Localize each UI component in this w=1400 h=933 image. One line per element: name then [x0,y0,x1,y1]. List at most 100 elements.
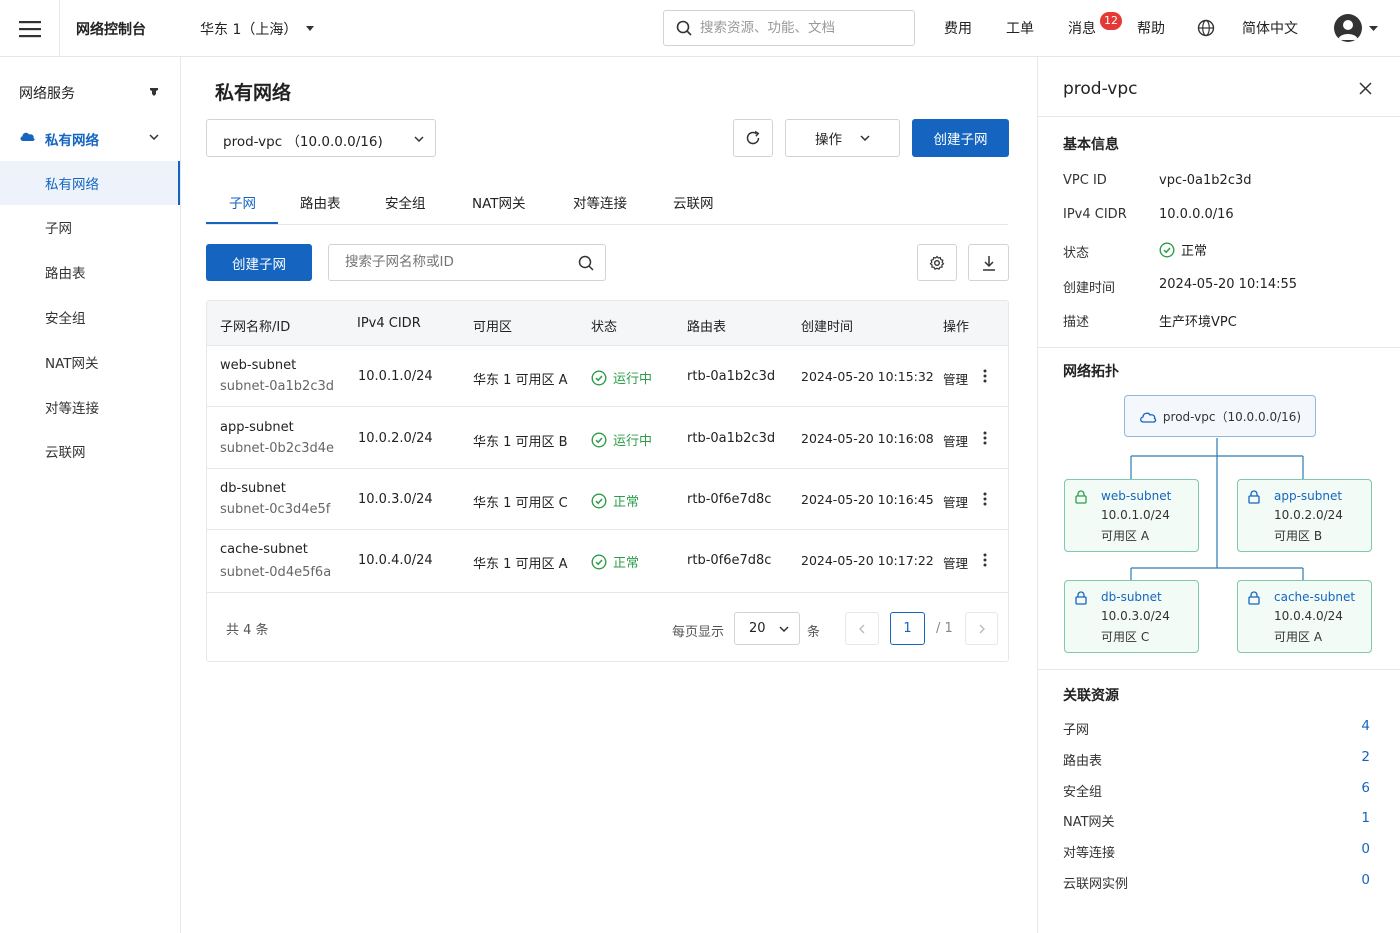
tab-route-table[interactable]: 路由表 [300,192,341,212]
related-count[interactable]: 6 [1361,780,1370,796]
tab-ccn[interactable]: 云联网 [673,192,714,212]
topology-node[interactable]: cache-subnet 10.0.4.0/24 可用区 A [1237,580,1372,653]
chevron-left-icon [859,624,865,634]
vpc-select-value: prod-vpc （10.0.0.0/16) [223,134,383,150]
topology-node[interactable]: app-subnet 10.0.2.0/24 可用区 B [1237,479,1372,552]
region-selector[interactable]: 华东 1（上海） [200,19,315,39]
download-button[interactable] [968,244,1009,281]
subnet-name-link[interactable]: app-subnet [220,420,294,435]
tab-security-group[interactable]: 安全组 [385,192,426,212]
chevron-down-icon [860,135,870,141]
table-row: cache-subnet subnet-0d4e5f6a 10.0.4.0/24… [207,530,1008,593]
topology-section: 网络拓扑 prod-vpc（10.0.0.0/16) web-subnet 10… [1038,348,1400,670]
subnet-name-link[interactable]: db-subnet [220,481,286,496]
subnet-search[interactable] [328,244,606,281]
manage-link[interactable]: 管理 [943,431,968,450]
related-count[interactable]: 2 [1361,749,1370,765]
related-label: 对等连接 [1063,846,1116,861]
sidebar-item-ccn[interactable]: 云联网 [0,429,180,473]
cloud-icon [19,130,36,142]
tab-nat-gateway[interactable]: NAT网关 [472,192,526,212]
subnet-zone: 华东 1 可用区 C [473,496,568,511]
search-icon[interactable] [578,255,594,271]
subnet-id: subnet-0b2c3d4e [220,441,335,456]
column-header: 可用区 [473,320,513,335]
related-count[interactable]: 1 [1361,810,1370,826]
basic-info-title: 基本信息 [1063,137,1119,153]
subnet-search-input[interactable] [345,254,565,270]
manage-link[interactable]: 管理 [943,369,968,388]
sidebar-item-peering[interactable]: 对等连接 [0,385,180,429]
node-zone: 可用区 B [1274,529,1323,543]
related-count[interactable]: 4 [1361,718,1370,734]
page-title: 私有网络 [215,82,292,104]
chevron-down-icon [149,134,159,140]
next-page-button[interactable] [965,612,998,645]
info-label: 状态 [1063,246,1090,261]
column-header: IPv4 CIDR [357,316,421,331]
status-text: 正常 [613,556,640,571]
route-table-link[interactable]: rtb-0f6e7d8c [687,553,771,568]
vpc-select[interactable]: prod-vpc （10.0.0.0/16) [206,119,436,157]
check-circle-icon [591,492,607,509]
tickets-link[interactable]: 工单 [1006,18,1034,38]
info-value: vpc-0a1b2c3d [1159,173,1252,188]
check-circle-icon [591,431,607,448]
route-table-link[interactable]: rtb-0a1b2c3d [687,369,775,384]
help-link[interactable]: 帮助 [1137,18,1165,38]
sidebar-item-vpc[interactable]: 私有网络 [0,161,180,205]
more-vertical-icon[interactable] [983,492,987,506]
subnet-cidr: 10.0.1.0/24 [358,369,433,384]
active-tab-indicator [206,222,278,224]
sidebar-item-nat-gateway[interactable]: NAT网关 [0,340,180,384]
sidebar-group-label: 私有网络 [45,133,99,149]
tab-subnet[interactable]: 子网 [229,192,256,212]
subnet-name-link[interactable]: web-subnet [220,358,296,373]
user-avatar-icon[interactable] [1334,14,1362,42]
globe-icon[interactable] [1197,19,1215,37]
created-time: 2024-05-20 10:15:32 [801,369,934,384]
more-vertical-icon[interactable] [983,369,987,383]
more-vertical-icon[interactable] [983,431,987,445]
node-zone: 可用区 A [1101,529,1150,543]
sidebar-item-route-table[interactable]: 路由表 [0,250,180,294]
top-bar: 网络控制台 华东 1（上海） 费用 工单 消息 12 帮助 简体中文 [0,0,1400,57]
related-count[interactable]: 0 [1361,841,1370,857]
prev-page-button[interactable] [845,612,879,645]
subnet-name-link[interactable]: cache-subnet [220,542,308,557]
topology-node[interactable]: db-subnet 10.0.3.0/24 可用区 C [1064,580,1199,653]
sidebar-item-security-group[interactable]: 安全组 [0,295,180,339]
language-selector[interactable]: 简体中文 [1242,18,1298,38]
refresh-button[interactable] [733,119,773,157]
messages-link[interactable]: 消息 [1068,18,1096,38]
caret-down-icon[interactable] [1369,26,1378,32]
route-table-link[interactable]: rtb-0f6e7d8c [687,492,771,507]
global-search-input[interactable] [700,20,900,36]
table-row: db-subnet subnet-0c3d4e5f 10.0.3.0/24 华东… [207,469,1008,530]
operations-dropdown[interactable]: 操作 [785,119,900,157]
tab-peering[interactable]: 对等连接 [573,192,627,212]
sidebar-group-vpc[interactable]: 私有网络 [0,117,180,157]
create-subnet-top-button[interactable]: 创建子网 [912,119,1009,157]
related-label: 路由表 [1063,754,1103,769]
menu-button[interactable] [0,0,60,57]
info-value: 正常 [1181,244,1208,259]
column-settings-button[interactable] [917,244,957,281]
create-subnet-button[interactable]: 创建子网 [206,244,312,281]
topology-root-node[interactable]: prod-vpc（10.0.0.0/16) [1124,395,1316,437]
node-zone: 可用区 C [1101,630,1150,644]
manage-link[interactable]: 管理 [943,553,968,572]
manage-link[interactable]: 管理 [943,492,968,511]
related-count[interactable]: 0 [1361,872,1370,888]
topology-node[interactable]: web-subnet 10.0.1.0/24 可用区 A [1064,479,1199,552]
sidebar-item-subnet[interactable]: 子网 [0,205,180,249]
pin-icon[interactable] [149,87,159,97]
route-table-link[interactable]: rtb-0a1b2c3d [687,431,775,446]
more-vertical-icon[interactable] [983,553,987,567]
page-size-select[interactable]: 20 [734,612,800,645]
global-search[interactable] [663,10,915,46]
sidebar: 网络服务 私有网络 私有网络 子网 路由表 安全组 NAT网关 对等连接 云联网 [0,57,181,933]
created-time: 2024-05-20 10:16:45 [801,492,934,507]
billing-link[interactable]: 费用 [944,18,972,38]
page-number-button[interactable]: 1 [890,612,925,645]
